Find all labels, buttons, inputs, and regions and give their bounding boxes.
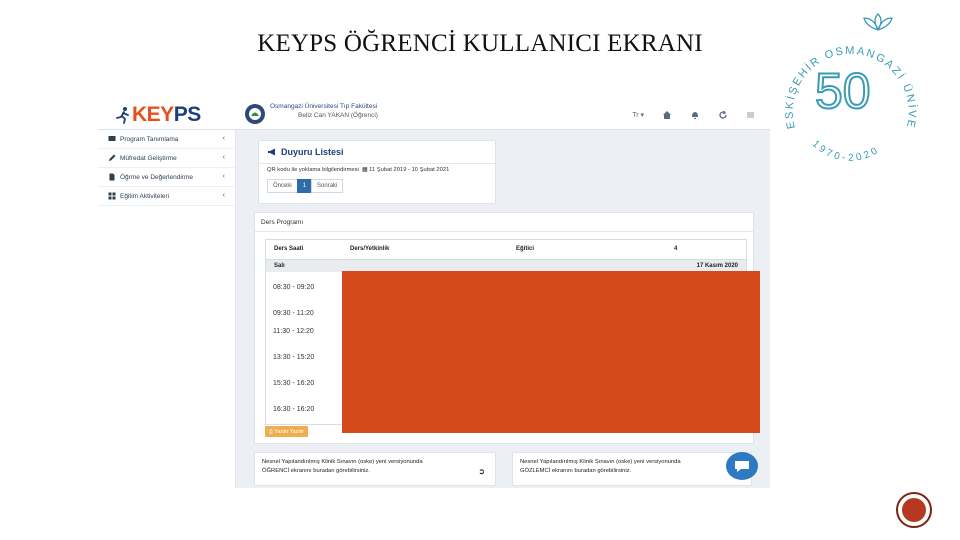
announcement-card: Duyuru Listesi QR kodu ile yoklama bilgi… <box>258 140 496 204</box>
divider <box>255 231 753 232</box>
next-button[interactable]: Sonraki <box>311 179 344 193</box>
university-seal-icon <box>245 104 265 124</box>
announcement-item-text: QR kodu ile yoklama bilgilendirmesi <box>267 167 359 173</box>
brand-ps: PS <box>173 103 202 126</box>
monitor-icon <box>108 136 116 141</box>
time-slot: 08:30 - 09:20 <box>273 284 315 291</box>
column-header: Ders/Yetkinlik <box>350 246 390 252</box>
bell-icon[interactable] <box>690 110 700 120</box>
sidebar-item-label: Eğitim Aktiviteleri <box>120 192 170 200</box>
chevron-left-icon: ‹ <box>222 135 225 142</box>
pagination: Önceki 1 Sonraki <box>267 179 344 193</box>
schedule-table: Ders Saati Ders/Yetkinlik Eğitici 4 Salı… <box>265 239 760 433</box>
sidebar-item-curriculum[interactable]: Müfredat Geliştirme ‹ <box>98 149 235 168</box>
print-button[interactable]: ⎙ Yazdır Yazdır <box>265 426 308 437</box>
sidebar-item-label: Öğrme ve Değerlendirme <box>120 173 193 181</box>
chat-bubble-icon[interactable] <box>726 452 758 480</box>
brand-key: KEY <box>132 103 174 126</box>
osce-student-card[interactable]: Nesnel Yapılandırılmış Klinik Sınavın (o… <box>254 452 496 486</box>
home-icon[interactable] <box>662 110 672 120</box>
keyps-logo[interactable]: KEY PS <box>98 100 238 130</box>
runner-icon <box>116 107 129 124</box>
card-text: ÖĞRENCİ ekranını buradan görebilirsiniz. <box>262 468 370 474</box>
announcement-title-text: Duyuru Listesi <box>281 147 344 157</box>
divider <box>259 163 495 164</box>
time-slot: 11:30 - 12:20 <box>273 328 314 335</box>
top-icons: Tr ▾ <box>632 100 756 130</box>
column-header: Ders Saati <box>274 246 304 252</box>
panel-title: Ders Programı <box>261 219 304 226</box>
sidebar-item-activities[interactable]: Eğitim Aktiviteleri ‹ <box>98 187 235 206</box>
anniversary-logo: ESKİŞEHİR OSMANGAZİ ÜNİVERSİTESİ 1970-20… <box>775 8 917 164</box>
course-schedule-panel: Ders Programı Ders Saati Ders/Yetkinlik … <box>254 212 760 444</box>
pencil-icon <box>109 154 116 161</box>
time-slot: 15:30 - 16:20 <box>273 380 315 387</box>
university-name: Osmangazi Üniversitesi Tıp Fakültesi <box>270 103 378 110</box>
chevron-left-icon: ‹ <box>222 192 225 199</box>
time-slot: 16:30 - 16:20 <box>273 406 315 413</box>
prev-button[interactable]: Önceki <box>267 179 298 193</box>
top-bar: KEY PS Osmangazi Üniversitesi Tıp Fakülte… <box>98 100 770 130</box>
page-number-badge <box>896 492 932 528</box>
document-icon <box>109 173 115 181</box>
badge-inner <box>902 498 926 522</box>
logo-number: 50 <box>815 63 871 119</box>
osce-observer-card[interactable]: Nesnel Yapılandırılmış Klinik Sınavın (o… <box>512 452 752 486</box>
sidebar-item-label: Program Tanımlama <box>120 135 179 143</box>
slide-title: KEYPS ÖĞRENCİ KULLANICI EKRANI <box>257 30 703 57</box>
flag-icon[interactable] <box>746 110 756 120</box>
announcement-title: Duyuru Listesi <box>267 147 344 157</box>
chevron-left-icon: ‹ <box>222 154 225 161</box>
column-header: 4 <box>674 246 678 252</box>
date-label: 17 Kasım 2020 <box>696 263 738 269</box>
sign-in-icon[interactable]: ➲ <box>478 467 485 476</box>
announcement-date: 11 Şubat 2019 - 10 Şubat 2021 <box>369 167 450 173</box>
time-slot: 13:30 - 15:20 <box>273 354 315 361</box>
tulip-icon <box>863 13 893 31</box>
print-icon: ⎙ <box>269 428 274 435</box>
sidebar-item-assessment[interactable]: Öğrme ve Değerlendirme ‹ <box>98 168 235 187</box>
page-1-button[interactable]: 1 <box>296 179 313 193</box>
print-label: Yazdır Yazdır <box>274 428 304 435</box>
svg-text:1970-2020: 1970-2020 <box>810 138 882 163</box>
table-header: Ders Saati Ders/Yetkinlik Eğitici 4 <box>266 240 746 260</box>
card-text: GÖZLEMCİ ekranını buradan görebilirsiniz… <box>520 468 632 474</box>
user-name: Beliz Can YAKAN (Öğrenci) <box>298 112 378 119</box>
megaphone-icon <box>268 148 275 156</box>
chevron-left-icon: ‹ <box>222 173 225 180</box>
language-select[interactable]: Tr ▾ <box>632 111 644 119</box>
refresh-icon[interactable] <box>718 110 728 120</box>
grid-icon <box>108 192 116 200</box>
app-screenshot: KEY PS Osmangazi Üniversitesi Tıp Fakülte… <box>98 100 770 488</box>
column-header: Eğitici <box>516 246 535 252</box>
card-text: Nesnel Yapılandırılmış Klinik Sınavın (o… <box>262 459 423 465</box>
time-slot: 09:30 - 11:20 <box>273 310 314 317</box>
sidebar-item-label: Müfredat Geliştirme <box>120 154 177 162</box>
redacted-schedule-block <box>342 271 760 433</box>
logo-years-text: 1970-2020 <box>810 138 879 163</box>
day-label: Salı <box>274 263 285 269</box>
announcement-item[interactable]: QR kodu ile yoklama bilgilendirmesi ▦ 11… <box>267 167 449 173</box>
card-text: Nesnel Yapılandırılmış Klinik Sınavın (o… <box>520 459 681 465</box>
sidebar-item-program[interactable]: Program Tanımlama ‹ <box>98 130 235 149</box>
sidebar: Program Tanımlama ‹ Müfredat Geliştirme … <box>98 130 236 488</box>
